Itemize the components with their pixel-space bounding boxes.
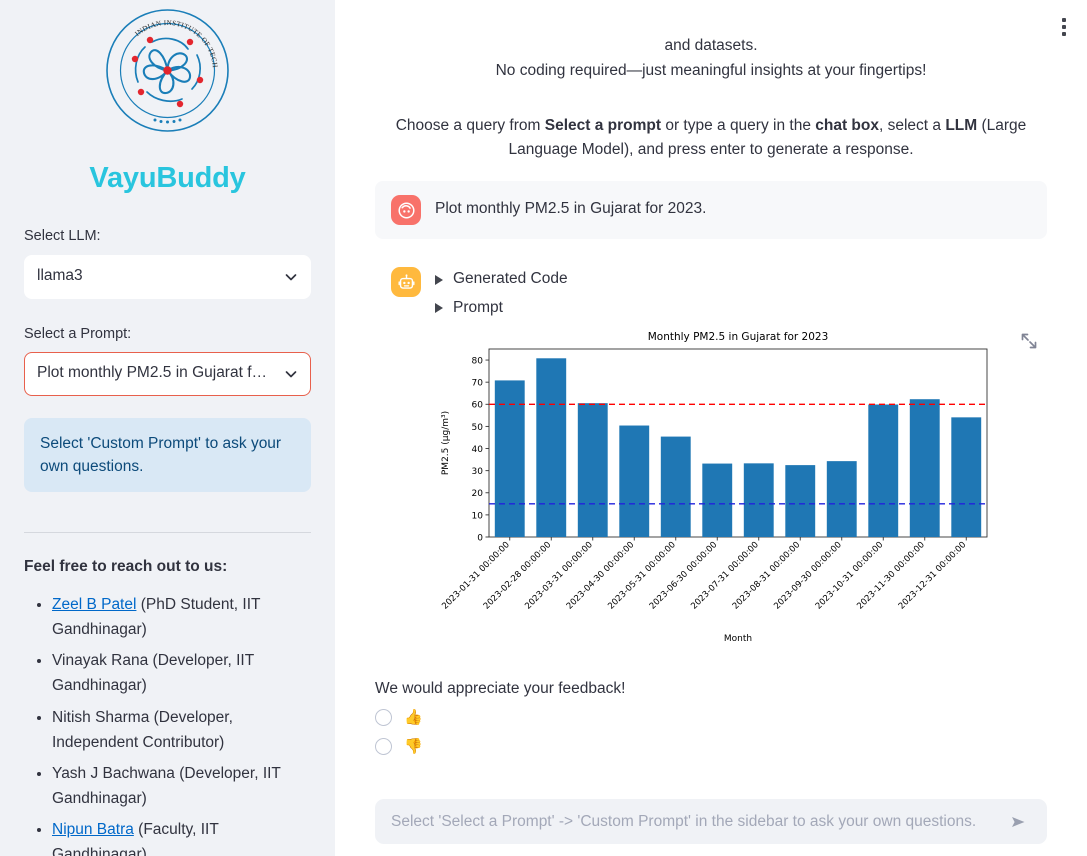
intro-frag-d: chat box [815, 117, 879, 134]
radio-button[interactable] [375, 709, 392, 726]
feedback-option-thumbs-down[interactable]: 👎 [375, 734, 1047, 760]
svg-text:Month: Month [724, 634, 752, 644]
svg-text:30: 30 [472, 467, 484, 477]
user-message-text: Plot monthly PM2.5 in Gujarat for 2023. [435, 195, 706, 220]
svg-text:2023-11-30 00:00:00: 2023-11-30 00:00:00 [855, 540, 927, 612]
list-item: Zeel B Patel (PhD Student, IIT Gandhinag… [52, 592, 311, 642]
expander-generated-code[interactable]: Generated Code [435, 267, 1031, 292]
llm-select-value: llama3 [37, 264, 276, 289]
svg-text:70: 70 [472, 378, 484, 388]
feedback-option-thumbs-up[interactable]: 👍 [375, 705, 1047, 731]
app-title: VayuBuddy [24, 155, 311, 201]
intro-text: and datasets. No coding required—just me… [375, 0, 1047, 163]
pm25-bar-chart: Monthly PM2.5 in Gujarat for 2023 0 10 20 30… [435, 327, 995, 647]
main-content: and datasets. No coding required—just me… [335, 0, 1087, 856]
contributor-name: Vinayak Rana [52, 652, 148, 669]
svg-text:2023-05-31 00:00:00: 2023-05-31 00:00:00 [606, 540, 678, 612]
svg-text:PM2.5 (µg/m³): PM2.5 (µg/m³) [441, 411, 451, 475]
chart-container: Monthly PM2.5 in Gujarat for 2023 0 10 20 30… [435, 327, 1031, 647]
chat-input-container: Select 'Select a Prompt' -> 'Custom Prom… [375, 799, 1047, 844]
chat-placeholder: Select 'Select a Prompt' -> 'Custom Prom… [391, 809, 1005, 833]
robot-icon [391, 267, 421, 297]
send-arrow-icon[interactable] [1005, 809, 1031, 835]
intro-frag-a: Choose a query from [396, 117, 545, 134]
contributor-link[interactable]: Nipun Batra [52, 821, 134, 838]
svg-text:0: 0 [477, 533, 483, 543]
contributor-name: Nitish Sharma [52, 709, 149, 726]
intro-instructions: Choose a query from Select a prompt or t… [375, 114, 1047, 164]
svg-text:2023-02-28 00:00:00: 2023-02-28 00:00:00 [482, 540, 554, 612]
intro-frag-e: , select a [879, 117, 945, 134]
custom-prompt-info: Select 'Custom Prompt' to ask your own q… [24, 418, 311, 493]
thumbs-down-icon: 👎 [404, 739, 423, 754]
contact-heading: Feel free to reach out to us: [24, 555, 311, 580]
sidebar: INDIAN INSTITUTE OF TECHNOLOGY GANDHINAG… [0, 0, 335, 856]
svg-text:40: 40 [472, 445, 484, 455]
list-item: Yash J Bachwana (Developer, IIT Gandhina… [52, 761, 311, 811]
chat-input[interactable]: Select 'Select a Prompt' -> 'Custom Prom… [375, 799, 1047, 844]
intro-frag-b: Select a prompt [545, 117, 661, 134]
chevron-right-icon [435, 275, 443, 285]
expander-label: Prompt [453, 296, 503, 321]
sidebar-divider [24, 532, 311, 533]
logo-container: INDIAN INSTITUTE OF TECHNOLOGY GANDHINAG… [24, 0, 311, 133]
intro-line-2: No coding required—just meaningful insig… [375, 59, 1047, 84]
svg-text:20: 20 [472, 489, 484, 499]
vayubuddy-app: INDIAN INSTITUTE OF TECHNOLOGY GANDHINAG… [0, 0, 1087, 856]
list-item: Nitish Sharma (Developer, Independent Co… [52, 705, 311, 755]
prompt-select[interactable]: Plot monthly PM2.5 in Gujarat f… [24, 352, 311, 396]
svg-text:50: 50 [472, 423, 484, 433]
svg-text:2023-10-31 00:00:00: 2023-10-31 00:00:00 [814, 540, 886, 612]
user-message: Plot monthly PM2.5 in Gujarat for 2023. [375, 181, 1047, 239]
svg-text:10: 10 [472, 511, 484, 521]
thumbs-up-icon: 👍 [404, 710, 423, 725]
contributor-name: Yash J Bachwana [52, 765, 175, 782]
contributor-link[interactable]: Zeel B Patel [52, 596, 136, 613]
assistant-message: Generated Code Prompt Mo [375, 257, 1047, 661]
llm-select[interactable]: llama3 [24, 255, 311, 299]
intro-line-1: and datasets. [375, 34, 1047, 59]
svg-text:60: 60 [472, 400, 484, 410]
svg-text:Monthly PM2.5 in Gujarat for 2: Monthly PM2.5 in Gujarat for 2023 [648, 331, 829, 343]
svg-text:2023-01-31 00:00:00: 2023-01-31 00:00:00 [440, 540, 512, 612]
intro-frag-c: or type a query in the [661, 117, 815, 134]
prompt-select-value: Plot monthly PM2.5 in Gujarat f… [37, 361, 276, 386]
svg-text:2023-06-30 00:00:00: 2023-06-30 00:00:00 [648, 540, 720, 612]
svg-text:2023-12-31 00:00:00: 2023-12-31 00:00:00 [897, 540, 969, 612]
chevron-right-icon [435, 303, 443, 313]
svg-text:2023-08-31 00:00:00: 2023-08-31 00:00:00 [731, 540, 803, 612]
svg-text:2023-09-30 00:00:00: 2023-09-30 00:00:00 [772, 540, 844, 612]
radio-button[interactable] [375, 738, 392, 755]
list-item: Vinayak Rana (Developer, IIT Gandhinagar… [52, 648, 311, 698]
svg-text:2023-07-31 00:00:00: 2023-07-31 00:00:00 [689, 540, 761, 612]
fullscreen-expand-icon[interactable] [1019, 331, 1039, 351]
svg-text:80: 80 [472, 356, 484, 366]
chevron-down-icon [284, 270, 298, 284]
svg-text:2023-03-31 00:00:00: 2023-03-31 00:00:00 [523, 540, 595, 612]
chevron-down-icon [284, 367, 298, 381]
prompt-label: Select a Prompt: [24, 323, 311, 346]
list-item: Nipun Batra (Faculty, IIT Gandhinagar) [52, 817, 311, 856]
vertical-dots-icon[interactable] [1051, 14, 1077, 40]
expander-prompt[interactable]: Prompt [435, 296, 1031, 321]
llm-label: Select LLM: [24, 225, 311, 248]
feedback-heading: We would appreciate your feedback! [375, 677, 1047, 702]
user-face-icon [391, 195, 421, 225]
iit-gandhinagar-logo: INDIAN INSTITUTE OF TECHNOLOGY GANDHINAG… [105, 8, 230, 133]
expander-label: Generated Code [453, 267, 568, 292]
intro-frag-f: LLM [945, 117, 977, 134]
svg-text:2023-04-30 00:00:00: 2023-04-30 00:00:00 [565, 540, 637, 612]
contributor-list: Zeel B Patel (PhD Student, IIT Gandhinag… [24, 592, 311, 856]
